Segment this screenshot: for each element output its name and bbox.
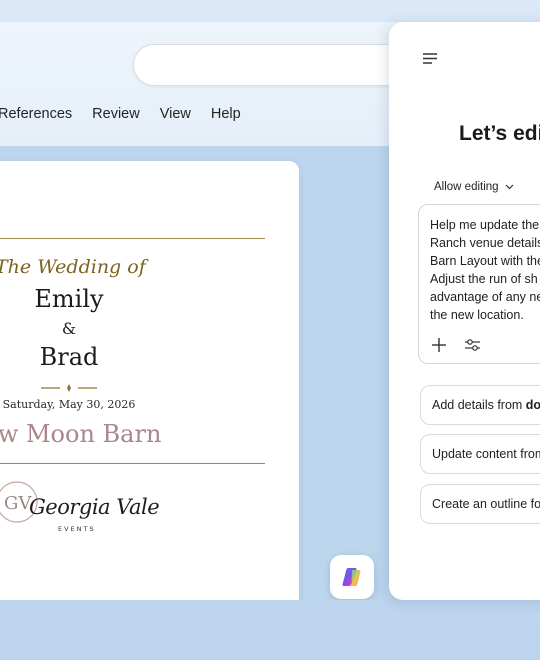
wedding-heading: The Wedding of <box>0 256 146 278</box>
allow-editing-label: Allow editing <box>434 181 499 193</box>
copilot-icon <box>342 568 361 586</box>
top-rule <box>0 238 265 239</box>
tab-view[interactable]: View <box>160 106 191 122</box>
logo-script: Georgia Vale <box>29 495 160 519</box>
chevron-down-icon <box>505 184 514 190</box>
suggestion-label: Update content from <box>432 447 540 461</box>
suggestion-label: Add details from <box>432 398 526 412</box>
word-window: References Review View Help The Wedding … <box>0 22 400 600</box>
copilot-button[interactable] <box>330 555 374 599</box>
suggestion-add-details[interactable]: Add details from doc <box>420 385 540 425</box>
suggestion-create-outline[interactable]: Create an outline fo <box>420 484 540 524</box>
document-page[interactable]: The Wedding of Emily & Brad Saturday, Ma… <box>0 161 299 600</box>
settings-sliders-icon[interactable] <box>464 337 481 353</box>
prompt-input[interactable]: Help me update the Ranch venue details B… <box>418 204 540 364</box>
prompt-line: Ranch venue details <box>430 236 540 250</box>
prompt-line: the new location. <box>430 308 524 322</box>
prompt-line: advantage of any ne <box>430 290 540 304</box>
ribbon-tabs: References Review View Help <box>0 106 261 122</box>
word-header: References Review View Help <box>0 22 400 146</box>
suggestion-label: Create an outline fo <box>432 497 540 511</box>
georgia-vale-logo: GV Georgia Vale EVENTS <box>0 479 160 543</box>
tab-help[interactable]: Help <box>211 106 241 122</box>
ornament-divider <box>41 384 97 392</box>
wedding-date: Saturday, May 30, 2026 <box>2 398 136 411</box>
prompt-line: Barn Layout with the <box>430 254 540 268</box>
panel-title: Let’s edi <box>459 122 540 145</box>
plus-icon[interactable] <box>431 337 447 353</box>
prompt-line: Adjust the run of sh <box>430 272 538 286</box>
logo-tagline: EVENTS <box>58 525 96 533</box>
copilot-panel: Let’s edi Allow editing Help me update t… <box>389 22 540 600</box>
prompt-line: Help me update the <box>430 218 540 232</box>
bottom-rule <box>0 463 265 464</box>
hamburger-menu-icon[interactable] <box>422 52 438 65</box>
tab-references[interactable]: References <box>0 106 72 122</box>
suggestion-bold: doc <box>525 398 540 412</box>
ampersand: & <box>61 319 77 338</box>
suggestion-update-content[interactable]: Update content from <box>420 434 540 474</box>
first-name: Emily <box>34 285 104 313</box>
venue-name: dow Moon Barn <box>0 420 162 448</box>
prompt-toolbar <box>431 337 481 353</box>
second-name: Brad <box>39 343 99 371</box>
allow-editing-dropdown[interactable]: Allow editing <box>434 181 514 193</box>
tab-review[interactable]: Review <box>92 106 140 122</box>
search-input[interactable] <box>133 44 400 86</box>
